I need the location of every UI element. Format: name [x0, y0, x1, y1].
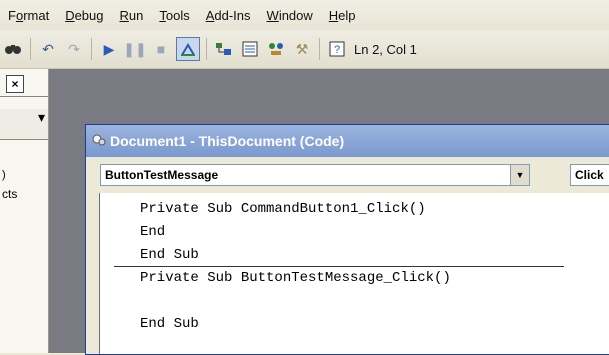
menu-help[interactable]: Help [321, 8, 364, 23]
menu-run[interactable]: Run [112, 8, 152, 23]
code-line: End [140, 224, 166, 240]
project-explorer-icon[interactable] [213, 38, 235, 60]
toolbar: ↶ ↷ ▶ ❚❚ ■ ⚒ ? Ln 2, Col 1 [0, 30, 609, 69]
menu-add-ins[interactable]: Add-Ins [198, 8, 259, 23]
toolbar-separator [319, 38, 320, 60]
code-editor[interactable]: Private Sub CommandButton1_Click() End E… [99, 193, 609, 354]
toolbar-separator [91, 38, 92, 60]
menu-debug[interactable]: Debug [57, 8, 111, 23]
code-window: Document1 - ThisDocument (Code) ButtonTe… [85, 124, 609, 355]
redo-icon[interactable]: ↷ [63, 38, 85, 60]
code-line: Private Sub ButtonTestMessage_Click() [140, 270, 451, 286]
dropdown-arrow-icon: ▾ [38, 109, 46, 125]
code-line: End Sub [140, 247, 199, 263]
pane-text: ) [2, 169, 6, 181]
code-combo-bar: ButtonTestMessage ▼ Click [86, 157, 609, 193]
break-icon[interactable]: ❚❚ [123, 38, 146, 60]
code-line: End Sub [140, 316, 199, 332]
project-pane: × ▾ ) cts [0, 69, 49, 353]
toolbar-separator [30, 38, 31, 60]
code-line: Private Sub CommandButton1_Click() [140, 201, 426, 217]
svg-text:?: ? [334, 44, 340, 56]
procedure-separator [114, 266, 564, 267]
undo-icon[interactable]: ↶ [37, 38, 59, 60]
reset-icon[interactable]: ■ [150, 38, 172, 60]
procedure-combo-value: Click [575, 168, 604, 182]
code-window-icon [92, 133, 106, 150]
cursor-position-status: Ln 2, Col 1 [354, 41, 417, 57]
pane-divider [0, 96, 48, 97]
toolbox-icon[interactable]: ⚒ [291, 38, 313, 60]
procedure-combo[interactable]: Click [570, 164, 609, 186]
pane-dropdown[interactable]: ▾ [0, 109, 48, 140]
menu-tools[interactable]: Tools [151, 8, 197, 23]
properties-icon[interactable] [239, 38, 261, 60]
menu-bar: Format Debug Run Tools Add-Ins Window He… [0, 0, 609, 30]
code-window-titlebar[interactable]: Document1 - ThisDocument (Code) [86, 125, 609, 157]
run-icon[interactable]: ▶ [98, 38, 120, 60]
object-combo-value: ButtonTestMessage [105, 168, 219, 182]
menu-window[interactable]: Window [259, 8, 321, 23]
chevron-down-icon[interactable]: ▼ [510, 165, 529, 185]
help-icon[interactable]: ? [326, 38, 348, 60]
object-combo[interactable]: ButtonTestMessage ▼ [100, 164, 530, 186]
design-mode-icon[interactable] [176, 37, 200, 61]
toolbar-separator [206, 38, 207, 60]
code-window-title: Document1 - ThisDocument (Code) [110, 133, 345, 149]
close-pane-button[interactable]: × [6, 75, 24, 93]
pane-text: cts [2, 187, 18, 201]
object-browser-icon[interactable] [265, 38, 287, 60]
find-icon[interactable] [2, 38, 24, 60]
menu-format[interactable]: Format [0, 8, 57, 23]
